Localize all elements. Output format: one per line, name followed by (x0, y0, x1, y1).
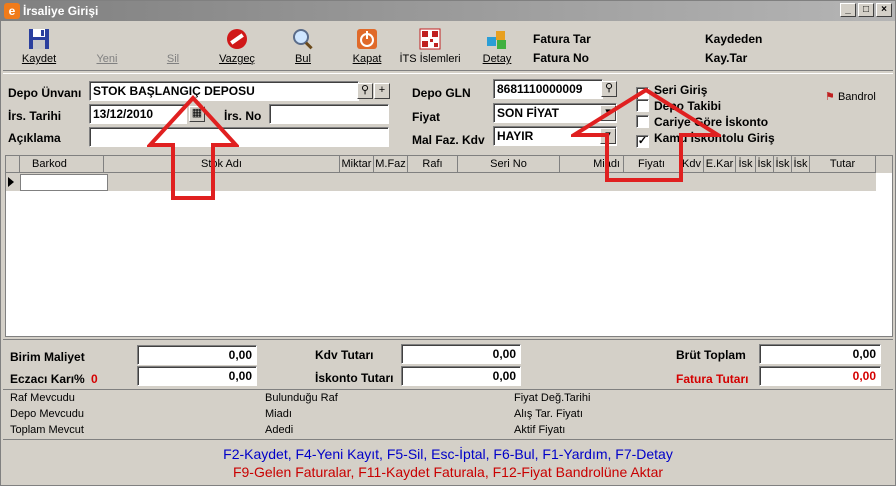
shortcut-line-2: F9-Gelen Faturalar, F11-Kaydet Faturala,… (232, 464, 664, 480)
eczaci-kari-value[interactable]: 0,00 (137, 366, 257, 386)
delete-button[interactable]: Sil (145, 27, 201, 65)
col-isk-3[interactable]: İsk (774, 156, 792, 173)
fatura-tar-label: Fatura Tar (533, 32, 591, 46)
aciklama-label: Açıklama (8, 131, 61, 145)
grid-header: Barkod Stok Adı Miktar M.Faz Rafı Seri N… (6, 156, 892, 173)
brut-toplam-value[interactable]: 0,00 (759, 344, 881, 364)
save-button[interactable]: Kaydet (11, 27, 67, 65)
alis-tar-fiyati-label: Alış Tar. Fiyatı (514, 408, 583, 420)
col-isk-1[interactable]: İsk (736, 156, 756, 173)
fatura-no-label: Fatura No (533, 51, 590, 65)
cubes-icon (487, 31, 506, 49)
bandrol-label: Bandrol (837, 91, 876, 103)
app-icon: e (4, 3, 20, 19)
items-grid[interactable]: Barkod Stok Adı Miktar M.Faz Rafı Seri N… (5, 155, 893, 337)
search-icon: ⚲ (360, 84, 370, 96)
maximize-button[interactable]: □ (858, 3, 874, 17)
fiyat-label: Fiyat (412, 110, 441, 124)
flag-icon: ⚑ (825, 91, 835, 103)
find-button[interactable]: Bul (275, 27, 331, 65)
adedi-label: Adedi (265, 424, 294, 436)
minimize-button[interactable]: _ (840, 3, 856, 17)
kdv-tutari-label: Kdv Tutarı (315, 348, 374, 362)
kdv-tutari-value[interactable]: 0,00 (401, 344, 521, 364)
magnifier-icon (293, 29, 313, 50)
kaydeden-label: Kaydeden (705, 32, 763, 46)
col-miktar[interactable]: Miktar (340, 156, 374, 173)
iskonto-tutari-value[interactable]: 0,00 (401, 366, 521, 386)
fatura-tutari-label: Fatura Tutarı (676, 372, 749, 386)
kay-tar-label: Kay.Tar (705, 51, 748, 65)
grid-corner (6, 156, 20, 173)
brut-toplam-label: Brüt Toplam (676, 348, 746, 362)
header-form: Depo Ünvanı STOK BAŞLANGIÇ DEPOSU ⚲ + İr… (3, 73, 893, 153)
new-button[interactable]: Yeni (79, 27, 135, 65)
aciklama-input[interactable] (89, 127, 389, 147)
new-label: Yeni (96, 53, 118, 65)
col-rafi[interactable]: Rafı (408, 156, 458, 173)
new-icon (95, 27, 119, 51)
find-label: Bul (295, 53, 311, 65)
raf-mevcudu-label: Raf Mevcudu (10, 392, 75, 404)
power-icon (357, 29, 377, 49)
close-button[interactable]: × (876, 3, 892, 17)
annotation-arrow-up-right (571, 87, 721, 182)
depo-mevcudu-label: Depo Mevcudu (10, 408, 84, 420)
eczaci-kari-count: 0 (91, 372, 98, 386)
depo-gln-label: Depo GLN (412, 86, 471, 100)
eczaci-kari-label: Eczacı Karı% (10, 372, 85, 386)
window-title: İrsaliye Girişi (23, 4, 99, 18)
cancel-button[interactable]: Vazgeç (209, 27, 265, 65)
col-seri-no[interactable]: Seri No (458, 156, 560, 173)
table-row[interactable] (6, 173, 876, 191)
fatura-tutari-value[interactable]: 0,00 (759, 366, 881, 386)
delete-label: Sil (166, 53, 180, 65)
barkod-cell-editor[interactable] (20, 174, 108, 191)
fiyat-deg-tarihi-label: Fiyat Değ.Tarihi (514, 392, 591, 404)
bulundugu-raf-label: Bulunduğu Raf (265, 392, 338, 404)
toplam-mevcut-label: Toplam Mevcut (10, 424, 84, 436)
close-form-label: Kapat (352, 53, 382, 65)
depo-add-button[interactable]: + (374, 83, 390, 99)
save-label: Kaydet (21, 53, 57, 65)
totals-panel: Birim Maliyet 0,00 Eczacı Karı% 0 0,00 K… (3, 339, 893, 387)
annotation-arrow-up-left (147, 95, 239, 200)
aktif-fiyati-label: Aktif Fiyatı (514, 424, 566, 436)
col-barkod[interactable]: Barkod (20, 156, 104, 173)
miadi-label: Miadı (265, 408, 292, 420)
birim-maliyet-label: Birim Maliyet (10, 350, 85, 364)
birim-maliyet-value[interactable]: 0,00 (137, 345, 257, 365)
no-entry-icon (227, 29, 247, 49)
cancel-label: Vazgeç (219, 53, 255, 65)
info-panel: Raf Mevcudu Depo Mevcudu Toplam Mevcut B… (3, 389, 893, 439)
delete-icon (161, 27, 185, 51)
detail-label: Detay (482, 53, 512, 65)
col-isk-4[interactable]: İsk (792, 156, 810, 173)
irs-no-input[interactable] (269, 104, 389, 124)
shortcut-line-1: F2-Kaydet, F4-Yeni Kayıt, F5-Sil, Esc-İp… (223, 446, 673, 462)
detail-button[interactable]: Detay (469, 27, 525, 65)
window: e İrsaliye Girişi _ □ × Kaydet Yeni Sil … (0, 0, 896, 486)
toolbar: Kaydet Yeni Sil Vazgeç Bul Kapat İTS İsl… (3, 23, 893, 71)
depo-search-button[interactable]: ⚲ (357, 83, 373, 99)
its-label: İTS İslemleri (399, 53, 461, 65)
title-bar: e İrsaliye Girişi _ □ × (1, 1, 895, 21)
iskonto-tutari-label: İskonto Tutarı (315, 371, 394, 385)
col-m-faz[interactable]: M.Faz (374, 156, 408, 173)
close-form-button[interactable]: Kapat (339, 27, 395, 65)
col-isk-2[interactable]: İsk (756, 156, 774, 173)
irs-tarihi-label: İrs. Tarihi (8, 109, 62, 123)
floppy-disk-icon (29, 29, 49, 49)
depo-unvani-label: Depo Ünvanı (8, 86, 82, 100)
shortcut-bar: F2-Kaydet, F4-Yeni Kayıt, F5-Sil, Esc-İp… (3, 439, 893, 483)
row-indicator-icon (8, 177, 14, 187)
its-button[interactable]: İTS İslemleri (399, 27, 461, 65)
qr-code-icon (419, 28, 441, 50)
mal-faz-label: Mal Faz. Kdv (412, 133, 485, 147)
col-tutar[interactable]: Tutar (810, 156, 876, 173)
bandrol-button[interactable]: ⚑ Bandrol (825, 90, 876, 103)
